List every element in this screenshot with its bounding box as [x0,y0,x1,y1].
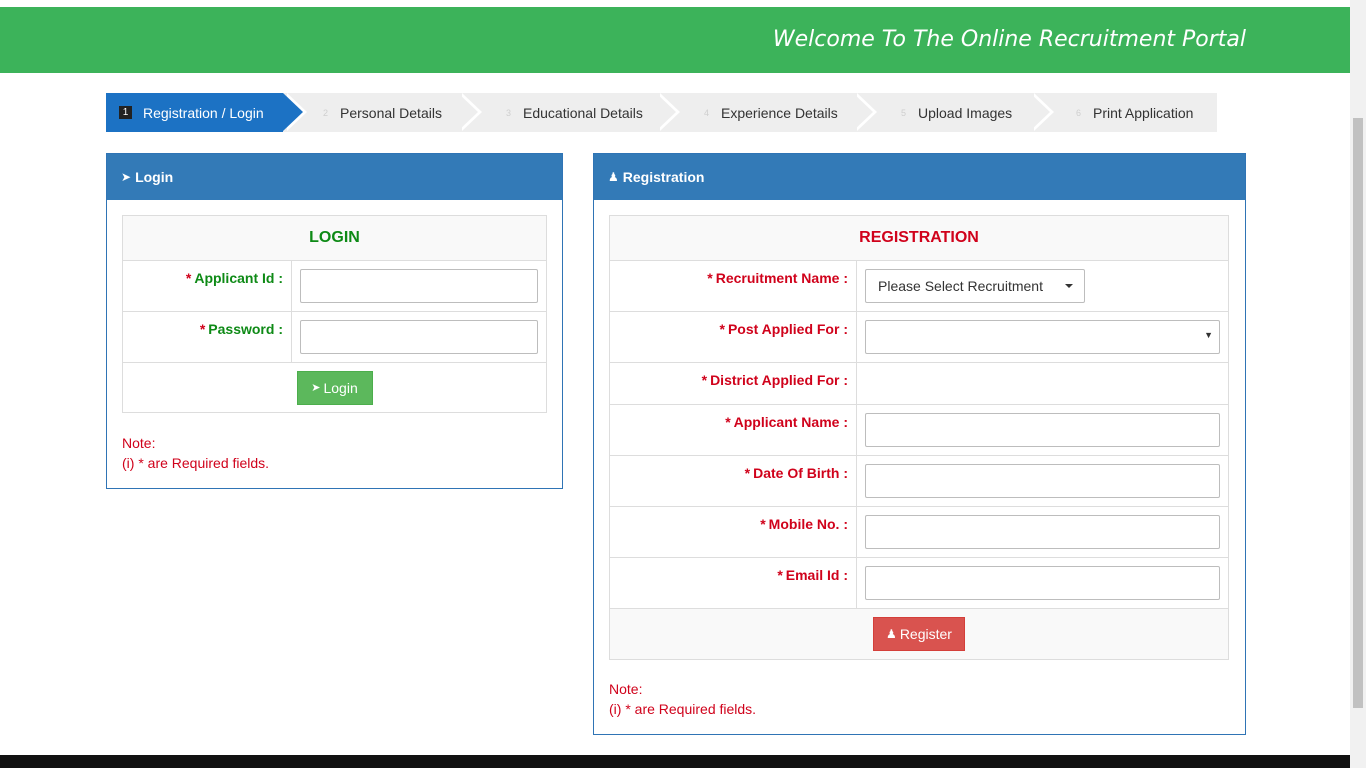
applicant-name-label: * Applicant Name : [609,404,857,456]
step-experience-details[interactable]: 4 Experience Details [656,93,877,132]
step-upload-images[interactable]: 5 Upload Images [853,93,1054,132]
step-label: Experience Details [721,104,838,121]
district-applied-label: * District Applied For : [609,362,857,405]
step-label: Personal Details [340,104,442,121]
recruitment-select[interactable]: Please Select Recruitment [865,269,1085,303]
triangle-down-icon: ▼ [1204,330,1213,340]
register-button[interactable]: ♟ Register [873,617,965,651]
login-button[interactable]: ➤ Login [296,370,373,405]
top-strip [0,0,1350,7]
caret-down-icon [1064,284,1073,288]
login-section-title: LOGIN [122,215,547,261]
sign-in-icon: ➤ [121,170,132,184]
password-input[interactable] [300,320,538,354]
post-applied-label: * Post Applied For : [609,311,857,363]
date-of-birth-label: * Date Of Birth : [609,455,857,507]
sign-in-icon: ➤ [311,382,321,394]
registration-panel-heading: ♟ Registration [594,154,1245,200]
login-note: Note: (i) * are Required fields. [122,435,270,471]
login-panel-title: Login [135,169,174,185]
step-number: 6 [1076,107,1082,118]
scrollbar-thumb[interactable] [1353,118,1363,708]
login-panel: ➤ Login LOGIN * Applicant Id : * Password … [106,153,563,489]
mobile-no-input[interactable] [865,515,1220,549]
step-registration-login[interactable]: 1 Registration / Login [106,93,307,132]
step-educational-details[interactable]: 3 Educational Details [458,93,680,132]
login-panel-heading: ➤ Login [107,154,562,200]
step-label: Registration / Login [143,104,264,121]
site-header: Welcome To The Online Recruitment Portal [0,7,1350,73]
footer-bar [0,755,1350,768]
post-applied-select[interactable]: ▼ [865,320,1220,354]
user-icon: ♟ [608,170,619,184]
registration-section-title: REGISTRATION [609,215,1229,261]
registration-panel-title: Registration [622,169,705,185]
password-label: * Password : [122,311,292,363]
registration-form: REGISTRATION * Recruitment Name : Please … [609,215,1229,660]
step-print-application[interactable]: 6 Print Application [1030,93,1217,132]
wizard-steps: 1 Registration / Login 2 Personal Detail… [106,93,1217,132]
registration-note: Note: (i) * are Required fields. [609,681,757,717]
step-label: Educational Details [523,104,643,121]
district-applied-cell [856,362,1229,405]
mobile-no-label: * Mobile No. : [609,506,857,558]
step-number: 1 [119,106,132,119]
login-form: LOGIN * Applicant Id : * Password : ➤ Logi… [122,215,547,413]
registration-panel: ♟ Registration REGISTRATION * Recruitment… [593,153,1246,735]
step-label: Print Application [1093,104,1194,121]
step-number: 4 [704,107,710,118]
step-number: 5 [901,107,907,118]
applicant-id-label: * Applicant Id : [122,260,292,312]
email-id-label: * Email Id : [609,557,857,609]
email-id-input[interactable] [865,566,1220,600]
step-personal-details[interactable]: 2 Personal Details [283,93,482,132]
user-icon: ♟ [886,627,897,641]
applicant-name-input[interactable] [865,413,1220,447]
recruitment-name-label: * Recruitment Name : [609,260,857,312]
step-number: 3 [506,107,512,118]
date-of-birth-input[interactable] [865,464,1220,498]
applicant-id-input[interactable] [300,269,538,303]
step-number: 2 [323,107,329,118]
welcome-title: Welcome To The Online Recruitment Portal [772,27,1246,52]
step-label: Upload Images [918,104,1013,121]
page-scrollbar[interactable] [1350,0,1366,768]
